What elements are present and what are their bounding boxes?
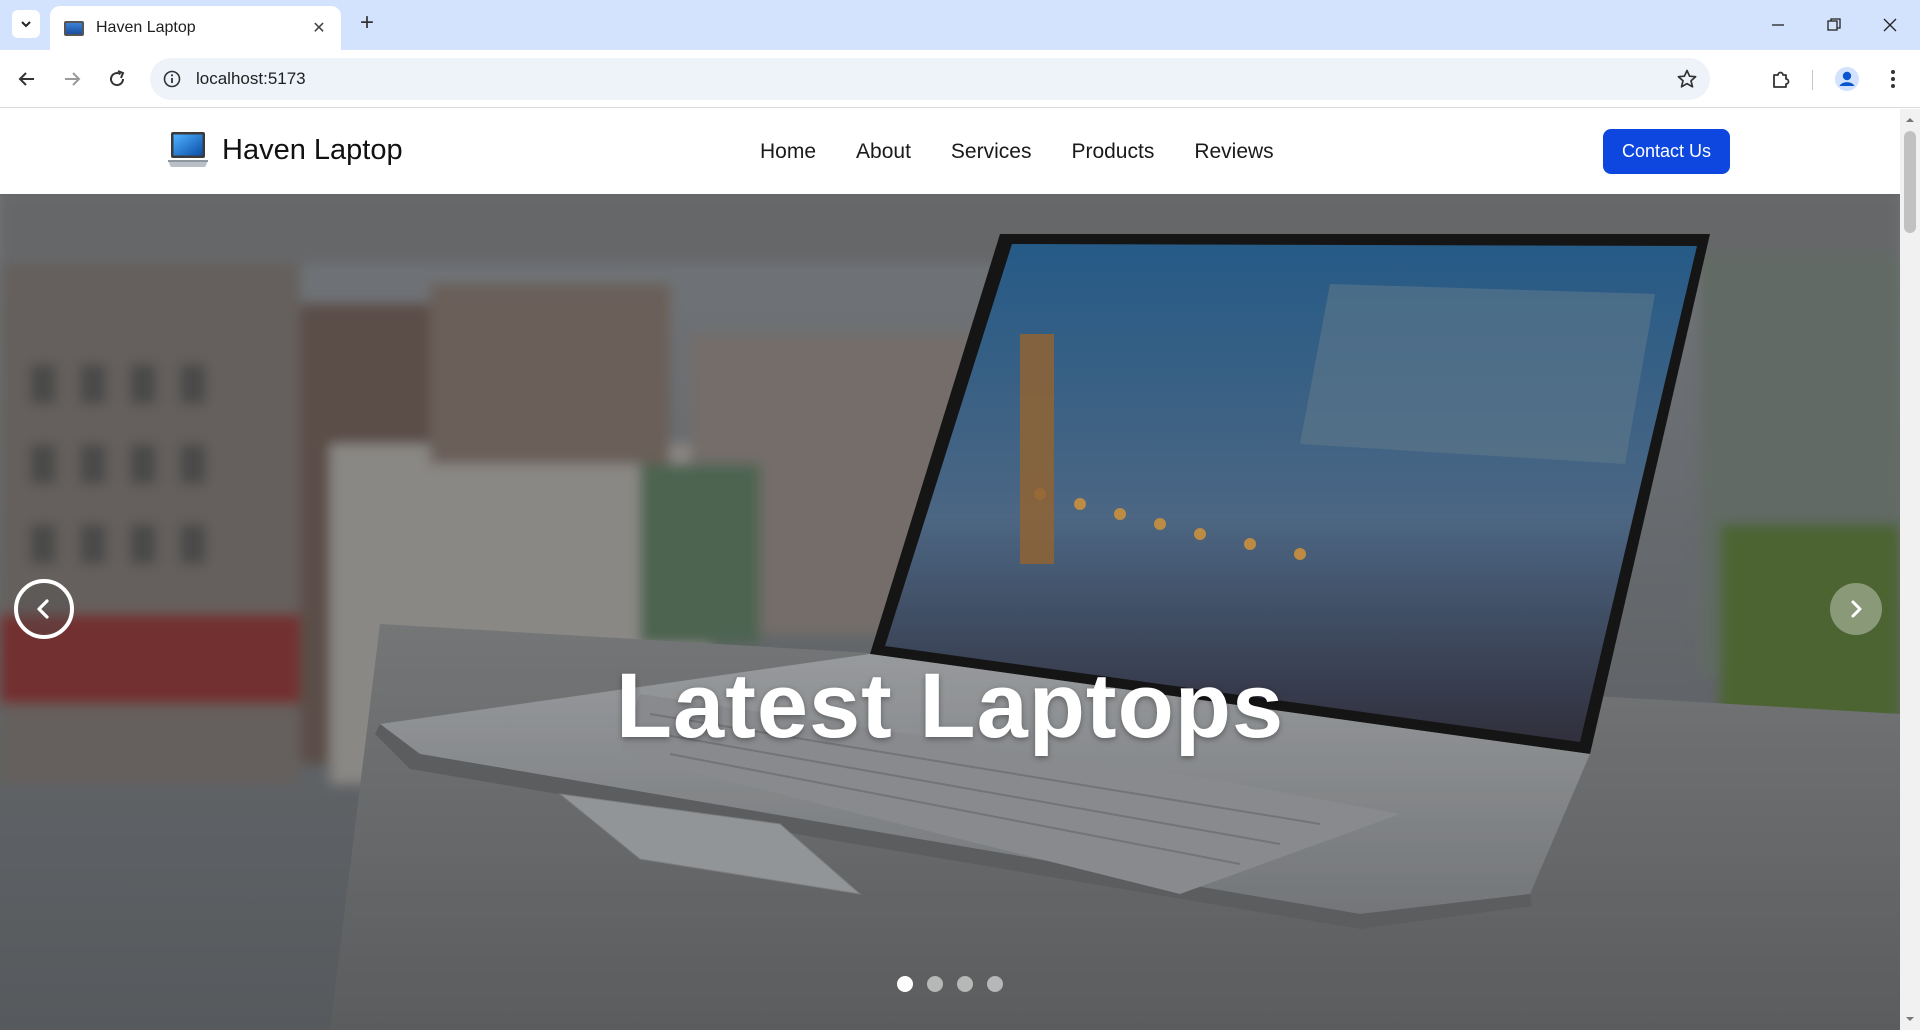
brand-name: Haven Laptop	[222, 133, 403, 166]
browser-tab-strip: Haven Laptop ✕ +	[0, 0, 1920, 50]
minimize-icon	[1772, 24, 1784, 26]
arrow-left-icon	[18, 72, 34, 86]
contact-us-button[interactable]: Contact Us	[1603, 129, 1730, 174]
reload-icon	[110, 70, 125, 87]
restore-button[interactable]	[1806, 0, 1862, 50]
chevron-down-icon	[21, 21, 31, 28]
carousel-indicators	[0, 976, 1900, 992]
back-button[interactable]	[12, 64, 42, 94]
url-text[interactable]: localhost:5173	[196, 69, 306, 89]
tab-title: Haven Laptop	[96, 19, 196, 36]
chevron-left-icon	[37, 599, 49, 619]
close-window-button[interactable]	[1862, 0, 1918, 50]
minimize-button[interactable]	[1750, 0, 1806, 50]
profile-icon	[1835, 67, 1859, 91]
nav-products[interactable]: Products	[1071, 140, 1154, 164]
profile-button[interactable]	[1832, 64, 1862, 94]
tab-search-button[interactable]	[12, 10, 40, 38]
address-bar[interactable]: localhost:5173	[150, 58, 1710, 100]
page-viewport: Haven Laptop Home About Services Product…	[0, 109, 1900, 1030]
kebab-menu-icon	[1891, 70, 1895, 88]
scrollbar-thumb[interactable]	[1904, 131, 1916, 233]
browser-toolbar: localhost:5173	[0, 50, 1920, 108]
carousel-dot-2[interactable]	[927, 976, 943, 992]
hero-background-image	[0, 194, 1900, 1030]
main-menu: Home About Services Products Reviews	[760, 109, 1314, 194]
extensions-button[interactable]	[1766, 64, 1796, 94]
brand[interactable]: Haven Laptop	[168, 131, 403, 169]
reload-button[interactable]	[102, 64, 132, 94]
nav-reviews[interactable]: Reviews	[1194, 140, 1273, 164]
puzzle-icon	[1773, 71, 1790, 88]
carousel-next-button[interactable]	[1830, 583, 1882, 635]
carousel-dot-4[interactable]	[987, 976, 1003, 992]
scroll-down-arrow-icon[interactable]	[1905, 1014, 1915, 1024]
close-tab-icon[interactable]: ✕	[309, 18, 329, 38]
laptop-logo-icon	[168, 131, 208, 169]
hero-title: Latest Laptops	[615, 655, 1285, 757]
hero-carousel: Latest Laptops	[0, 194, 1900, 1030]
close-icon	[1883, 18, 1897, 32]
new-tab-button[interactable]: +	[354, 11, 380, 37]
star-icon[interactable]	[1676, 68, 1698, 95]
carousel-dot-1[interactable]	[897, 976, 913, 992]
browser-menu-button[interactable]	[1878, 64, 1908, 94]
chevron-right-icon	[1851, 600, 1862, 618]
carousel-dot-3[interactable]	[957, 976, 973, 992]
browser-tab-active[interactable]: Haven Laptop ✕	[50, 6, 341, 50]
forward-button[interactable]	[57, 64, 87, 94]
info-icon[interactable]	[162, 69, 182, 89]
laptop-favicon-icon	[64, 20, 84, 36]
restore-icon	[1827, 18, 1841, 31]
arrow-right-icon	[65, 72, 81, 86]
nav-about[interactable]: About	[856, 140, 911, 164]
nav-home[interactable]: Home	[760, 140, 816, 164]
toolbar-divider	[1812, 70, 1813, 90]
nav-services[interactable]: Services	[951, 140, 1032, 164]
carousel-prev-button[interactable]	[14, 579, 74, 639]
site-navbar: Haven Laptop Home About Services Product…	[0, 109, 1900, 194]
scroll-up-arrow-icon[interactable]	[1905, 115, 1915, 125]
page-scrollbar[interactable]	[1900, 109, 1920, 1030]
